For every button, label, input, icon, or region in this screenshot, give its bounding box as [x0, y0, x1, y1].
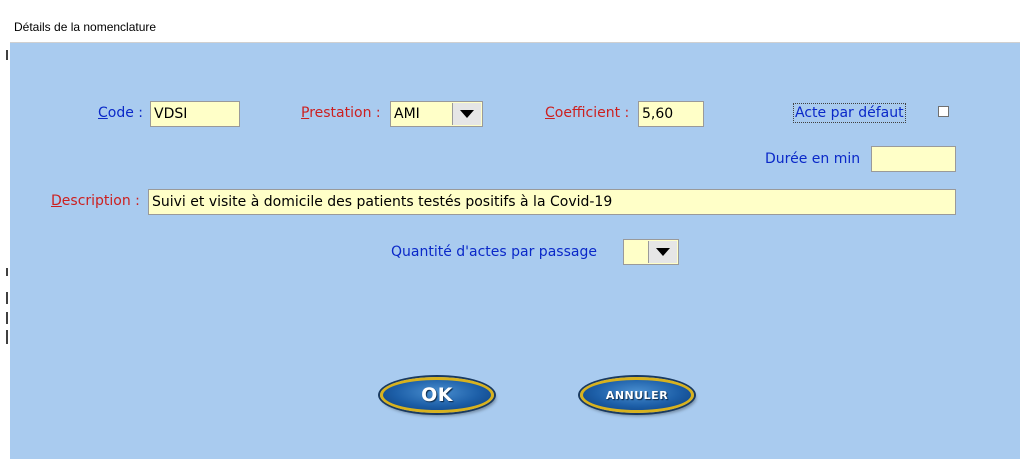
description-field[interactable]: Suivi et visite à domicile des patients …: [148, 189, 956, 215]
code-label: Code :: [98, 105, 144, 121]
quantite-label: Quantité d'actes par passage: [391, 244, 597, 260]
window-title: Détails de la nomenclature: [14, 20, 157, 34]
ok-button[interactable]: OK: [380, 377, 494, 413]
prestation-dropdown-button[interactable]: [452, 103, 481, 125]
background-window-edge: [0, 0, 10, 459]
chevron-down-icon: [460, 110, 474, 118]
annuler-button[interactable]: ANNULER: [580, 377, 694, 413]
quantite-select[interactable]: [623, 239, 679, 265]
title-bar: Détails de la nomenclature: [10, 12, 1020, 43]
description-label: Description :: [51, 193, 140, 209]
quantite-dropdown-button[interactable]: [648, 241, 677, 263]
acte-par-defaut-checkbox[interactable]: [938, 106, 949, 117]
nomenclature-dialog: Détails de la nomenclature Code : VDSI P…: [10, 12, 1020, 459]
duree-field[interactable]: [871, 146, 956, 172]
prestation-label: Prestation :: [301, 105, 381, 121]
prestation-value: AMI: [394, 106, 420, 122]
duree-label: Durée en min: [765, 151, 861, 167]
coefficient-field[interactable]: 5,60: [638, 101, 704, 127]
prestation-select[interactable]: AMI: [390, 101, 483, 127]
acte-par-defaut-label[interactable]: Acte par défaut: [793, 103, 906, 123]
code-field[interactable]: VDSI: [150, 101, 240, 127]
chevron-down-icon: [656, 248, 670, 256]
coefficient-label: Coefficient :: [545, 105, 630, 121]
dialog-body: Code : VDSI Prestation : AMI Coefficient…: [10, 43, 1020, 459]
